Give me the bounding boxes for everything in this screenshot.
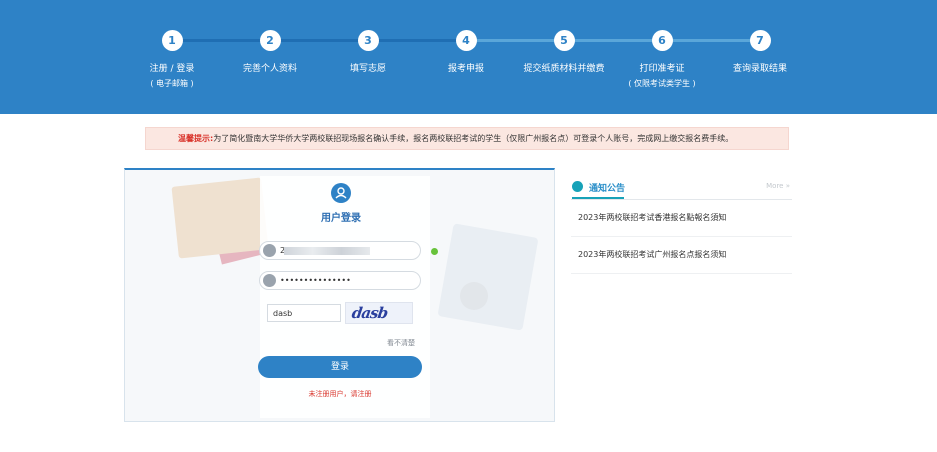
step-fill-choices[interactable]: 3 填写志愿 <box>313 30 423 75</box>
step-number: 6 <box>651 30 673 51</box>
progress-header: 1 注册 / 登录 ( 电子邮箱 ) 2 完善个人资料 3 填写志愿 4 报考申… <box>0 0 937 114</box>
step-label: 查询录取结果 <box>732 64 787 74</box>
background-decoration <box>460 282 488 310</box>
captcha-input[interactable] <box>267 304 341 322</box>
step-label: 打印准考证 <box>639 64 685 74</box>
announcements-header: 通知公告 More » <box>571 175 792 200</box>
background-decoration <box>171 177 269 259</box>
step-label: 注册 / 登录 <box>149 64 195 74</box>
background-decoration <box>437 223 539 331</box>
lock-icon <box>263 274 276 287</box>
step-register-login[interactable]: 1 注册 / 登录 ( 电子邮箱 ) <box>117 30 227 89</box>
step-sublabel: ( 电子邮箱 ) <box>150 79 194 88</box>
notice-label: 温馨提示: <box>178 134 214 143</box>
chat-bubble-icon <box>572 181 583 192</box>
step-number: 4 <box>455 30 477 51</box>
captcha-image[interactable]: dasb <box>345 302 413 324</box>
captcha-text: dasb <box>350 304 389 322</box>
masked-email <box>284 247 370 255</box>
step-label: 报考申报 <box>447 64 484 74</box>
more-link[interactable]: More » <box>766 182 790 190</box>
step-check-admission-result[interactable]: 7 查询录取结果 <box>705 30 815 75</box>
login-panel <box>124 168 555 422</box>
refresh-captcha-link[interactable]: 看不清楚 <box>387 338 415 348</box>
user-avatar-icon <box>331 183 351 203</box>
notice-text: 为了简化暨南大学华侨大学两校联招现场报名确认手续，报名两校联招考试的学生（仅限广… <box>213 134 734 143</box>
step-complete-profile[interactable]: 2 完善个人资料 <box>215 30 325 75</box>
step-sublabel: ( 仅限考试类学生 ) <box>628 79 696 88</box>
step-print-admission-ticket[interactable]: 6 打印准考证 ( 仅限考试类学生 ) <box>607 30 717 89</box>
login-button[interactable]: 登录 <box>258 356 422 378</box>
step-submit-and-pay[interactable]: 5 提交纸质材料并缴费 <box>509 30 619 75</box>
step-label: 完善个人资料 <box>242 64 297 74</box>
announcements-title: 通知公告 <box>589 184 626 194</box>
valid-check-icon <box>431 248 438 255</box>
login-title: 用户登录 <box>321 213 361 224</box>
password-input[interactable] <box>280 273 416 288</box>
email-field[interactable] <box>259 241 421 260</box>
step-number: 2 <box>259 30 281 51</box>
news-item[interactable]: 2023年两校联招考试香港报名點報名須知 <box>571 200 792 237</box>
mail-icon <box>263 244 276 257</box>
news-item[interactable]: 2023年两校联招考试广州报名点报名须知 <box>571 237 792 274</box>
step-label: 填写志愿 <box>349 64 386 74</box>
header-underline <box>572 197 624 199</box>
step-label: 提交纸质材料并缴费 <box>523 64 605 74</box>
announcements-panel: 通知公告 More » 2023年两校联招考试香港报名點報名須知 2023年两校… <box>571 175 792 274</box>
password-field[interactable] <box>259 271 421 290</box>
step-number: 5 <box>553 30 575 51</box>
step-apply[interactable]: 4 报考申报 <box>411 30 521 75</box>
step-number: 7 <box>749 30 771 51</box>
register-link[interactable]: 未注册用户，请注册 <box>300 389 380 399</box>
step-number: 3 <box>357 30 379 51</box>
step-number: 1 <box>161 30 183 51</box>
notice-banner: 温馨提示:为了简化暨南大学华侨大学两校联招现场报名确认手续，报名两校联招考试的学… <box>145 127 789 150</box>
